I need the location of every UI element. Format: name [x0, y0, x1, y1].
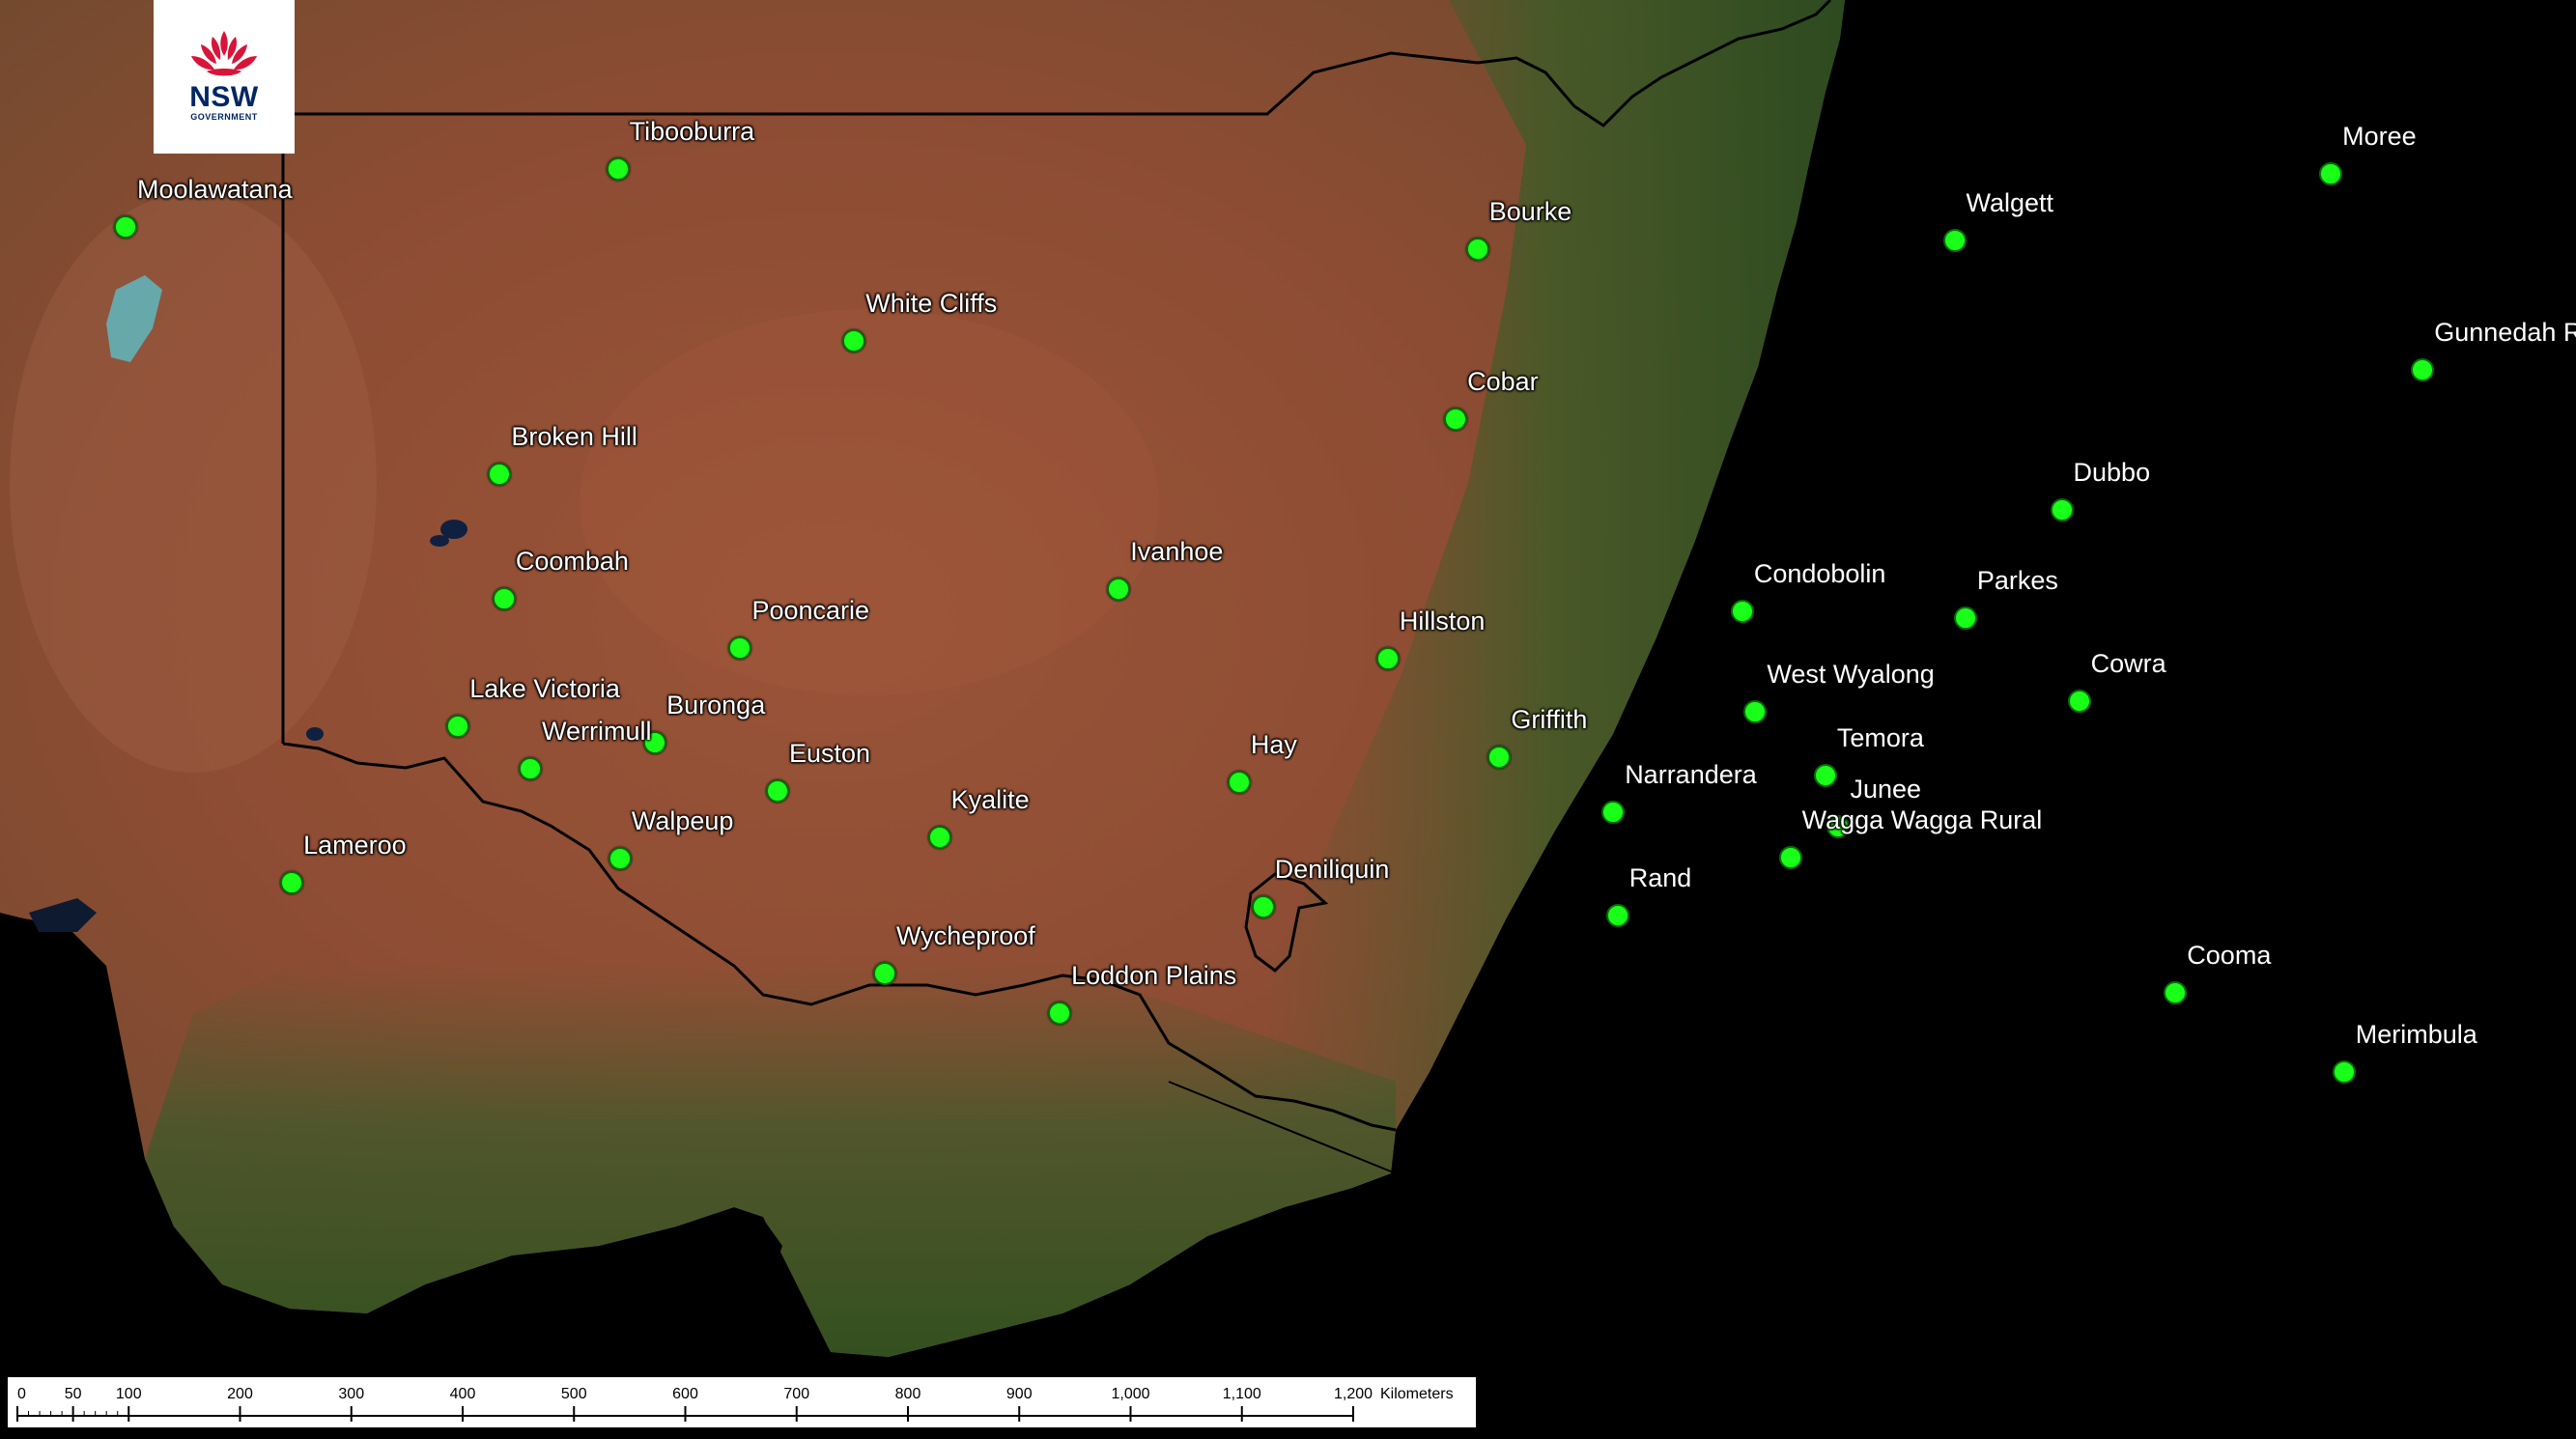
site-label: Walgett: [1966, 187, 2054, 217]
site-dot[interactable]: [927, 825, 951, 849]
logo-subtitle: GOVERNMENT: [190, 112, 258, 122]
site-label: Temora: [1836, 722, 1924, 752]
site-dot[interactable]: [1813, 763, 1837, 787]
site-label: Hay: [1250, 730, 1297, 760]
site-label: Narrandera: [1625, 760, 1757, 790]
site-label: Wycheproof: [895, 921, 1035, 951]
site-label: Euston: [788, 738, 871, 768]
site-label: Hillston: [1399, 607, 1486, 636]
site-dot[interactable]: [1778, 845, 1802, 869]
map-viewport[interactable]: LismoreTibooburraMoreeGraftonMoolawatana…: [0, 0, 2576, 1439]
site-label: Lake Victoria: [469, 674, 620, 704]
site-dot[interactable]: [1107, 577, 1131, 601]
site-dot[interactable]: [2319, 161, 2343, 185]
site-label: Kyalite: [950, 784, 1030, 814]
site-dot[interactable]: [1251, 895, 1275, 919]
site-dot[interactable]: [606, 156, 630, 181]
scale-tick-label: 300: [338, 1386, 364, 1402]
scale-tick-label: 1,200: [1334, 1386, 1373, 1402]
site-label: Moolawatana: [137, 175, 293, 204]
site-dot[interactable]: [1465, 237, 1489, 261]
site-label: Junee: [1850, 775, 1922, 804]
site-dot[interactable]: [2411, 357, 2435, 381]
scale-tick-label: 1,100: [1223, 1386, 1261, 1402]
site-label: Pooncarie: [751, 596, 870, 626]
site-dot[interactable]: [1953, 606, 1977, 630]
site-label: Lameroo: [303, 831, 407, 861]
site-dot[interactable]: [872, 962, 896, 986]
scale-tick-label: 1,000: [1111, 1386, 1149, 1402]
site-dot[interactable]: [2067, 690, 2091, 714]
site-label: Cobar: [1467, 367, 1539, 397]
site-label: Griffith: [1511, 704, 1588, 734]
site-label: Gunnedah Rural: [2434, 317, 2576, 347]
site-label: Loddon Plains: [1071, 961, 1237, 991]
site-label: Ivanhoe: [1130, 536, 1224, 566]
scale-unit-label: Kilometers: [1380, 1386, 1454, 1402]
scale-tick-label: 600: [672, 1386, 698, 1402]
site-label: Rand: [1628, 862, 1692, 892]
site-label: Walpeup: [631, 806, 734, 836]
scale-tick-label: 500: [561, 1386, 587, 1402]
scale-tick-label: 50: [65, 1386, 82, 1402]
site-dot[interactable]: [492, 586, 516, 610]
site-label: White Cliffs: [865, 288, 998, 318]
scale-tick-label: 400: [450, 1386, 476, 1402]
site-label: Dubbo: [2073, 458, 2151, 488]
site-label: Werrimull: [542, 717, 652, 747]
site-label: Tibooburra: [629, 116, 755, 146]
scale-tick-label: 900: [1006, 1386, 1033, 1402]
site-label: Cooma: [2187, 941, 2272, 971]
site-dot[interactable]: [114, 215, 137, 239]
scale-tick-label: 200: [227, 1386, 253, 1402]
site-label: West Wyalong: [1767, 660, 1935, 690]
scale-bar: 0 50 100 200 300 400 500 600 700 800 900 1,000 1,100…: [8, 1377, 1476, 1427]
site-label: Coombah: [515, 546, 629, 576]
nsw-government-logo: NSW GOVERNMENT: [154, 0, 295, 154]
site-label: Merimbula: [2355, 1019, 2477, 1049]
satellite-basemap: [0, 0, 1845, 1357]
waratah-icon: [191, 31, 257, 76]
scale-tick-label: 700: [783, 1386, 809, 1402]
site-dot[interactable]: [2050, 498, 2074, 522]
scale-tick-label: 800: [895, 1386, 921, 1402]
site-dot[interactable]: [765, 778, 789, 803]
site-dot[interactable]: [1605, 903, 1629, 927]
scale-tick-label: 0: [17, 1386, 26, 1402]
site-label: Moree: [2342, 121, 2417, 151]
site-dot[interactable]: [2332, 1059, 2356, 1084]
site-dot[interactable]: [608, 847, 632, 871]
site-dot[interactable]: [1227, 771, 1251, 795]
site-label: Buronga: [666, 690, 766, 720]
site-label: Wagga Wagga Rural: [1801, 804, 2043, 834]
site-label: Bourke: [1488, 196, 1572, 226]
site-label: Broken Hill: [511, 421, 637, 451]
site-label: Parkes: [1976, 565, 2058, 595]
site-dot[interactable]: [488, 462, 512, 486]
site-dot[interactable]: [842, 328, 866, 353]
site-label: Condobolin: [1753, 559, 1886, 589]
logo-wordmark: NSW: [189, 81, 259, 113]
site-label: Cowra: [2090, 649, 2166, 679]
scale-tick-label: 100: [116, 1386, 142, 1402]
site-dot[interactable]: [1942, 228, 1967, 252]
site-label: Deniliquin: [1274, 855, 1390, 885]
